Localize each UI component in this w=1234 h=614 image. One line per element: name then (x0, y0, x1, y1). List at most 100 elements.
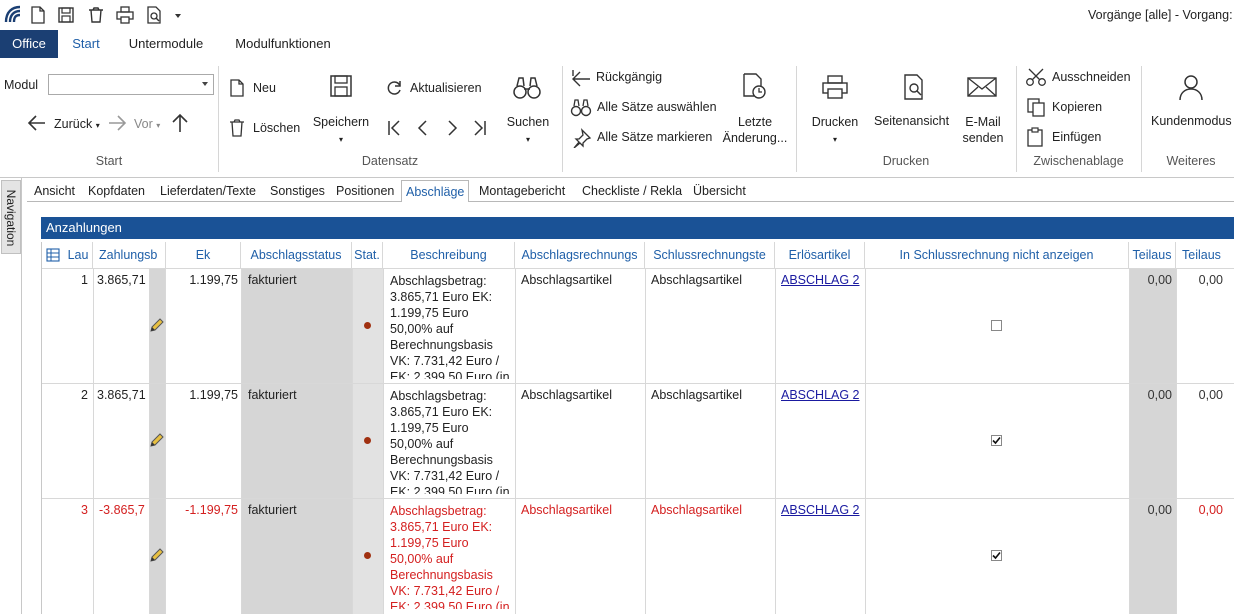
col-header-erloesartikel[interactable]: Erlösartikel (775, 242, 865, 268)
anzahlungen-grid: Lau Zahlungsb Ek Abschlagsstatus Stat. B… (41, 242, 1234, 614)
save-label: Speichern (312, 115, 370, 129)
grid-line (383, 268, 384, 614)
col-header-teilaus-2[interactable]: Teilaus (1176, 242, 1234, 268)
group-label-drucken: Drucken (882, 154, 930, 168)
col-header-lau[interactable]: Lau (64, 242, 93, 268)
grid-line (645, 268, 646, 614)
tab-modulfunktionen[interactable]: Modulfunktionen (218, 30, 348, 58)
recent-changes-button[interactable]: Letzte Änderung... (718, 114, 792, 146)
save-button[interactable]: Speichern ▾ (308, 114, 374, 148)
cell-zahlung: -3.865,7 (99, 503, 145, 517)
tab-sonstiges[interactable]: Sonstiges (270, 180, 325, 202)
customize-dropdown-icon[interactable] (171, 4, 185, 26)
undo-icon (570, 67, 592, 87)
status-dot-icon (364, 552, 371, 559)
app-logo-icon[interactable] (2, 4, 24, 26)
quick-access-toolbar: Vorgänge [alle] - Vorgang: 1 (0, 0, 1234, 30)
col-header-stat[interactable]: Stat. (352, 242, 383, 268)
email-line2: senden (962, 131, 1004, 145)
tab-ansicht[interactable]: Ansicht (34, 180, 75, 202)
cell-ek: 1.199,75 (189, 273, 238, 287)
col-header-ek[interactable]: Ek (166, 242, 241, 268)
forward-button[interactable]: Vor ▾ (134, 117, 160, 131)
tab-start[interactable]: Start (58, 30, 114, 58)
nicht-anzeigen-checkbox[interactable] (991, 320, 1002, 331)
next-record-icon[interactable] (443, 118, 461, 138)
arrow-up-icon[interactable] (170, 112, 190, 134)
delete-record-icon (228, 118, 246, 138)
tab-office[interactable]: Office (0, 30, 58, 58)
erloesartikel-link[interactable]: ABSCHLAG 2 (781, 503, 860, 517)
mark-all-button[interactable]: Alle Sätze markieren (597, 130, 712, 144)
col-header-zahlung[interactable]: Zahlungsb (93, 242, 166, 268)
tab-untermodule[interactable]: Untermodule (114, 30, 218, 58)
pencil-icon[interactable] (149, 547, 165, 563)
grid-line (93, 268, 94, 614)
tab-montagebericht[interactable]: Montagebericht (479, 180, 565, 202)
modul-select[interactable] (48, 74, 214, 95)
cell-abschlagsrechnung: Abschlagsartikel (521, 273, 613, 287)
print-preview-icon[interactable] (143, 4, 165, 26)
col-header-schlussrechnung[interactable]: Schlussrechnungste (645, 242, 775, 268)
select-all-button[interactable]: Alle Sätze auswählen (597, 100, 717, 114)
recent-changes-line1: Letzte (737, 115, 773, 129)
last-record-icon[interactable] (471, 118, 489, 138)
nicht-anzeigen-checkbox[interactable] (991, 550, 1002, 561)
col-header-teilaus-1[interactable]: Teilaus (1129, 242, 1176, 268)
first-record-icon[interactable] (385, 118, 403, 138)
delete-button[interactable]: Löschen (253, 121, 300, 135)
email-send-button[interactable]: E-Mail senden (954, 114, 1012, 146)
erloesartikel-link[interactable]: ABSCHLAG 2 (781, 273, 860, 287)
navigation-label: Navigation (4, 189, 18, 247)
grid-title-bar: Anzahlungen (41, 217, 1234, 239)
arrow-left-icon[interactable] (26, 113, 48, 133)
grid-line (165, 268, 166, 614)
undo-button[interactable]: Rückgängig (596, 70, 662, 84)
refresh-button[interactable]: Aktualisieren (410, 81, 482, 95)
pencil-icon[interactable] (149, 317, 165, 333)
previous-record-icon[interactable] (414, 118, 432, 138)
print-button[interactable]: Drucken ▾ (806, 114, 864, 148)
tab-uebersicht[interactable]: Übersicht (693, 180, 746, 202)
col-header-abschlagsstatus[interactable]: Abschlagsstatus (241, 242, 352, 268)
delete-icon[interactable] (85, 4, 107, 26)
tab-abschlaege[interactable]: Abschläge (401, 180, 470, 202)
pencil-icon[interactable] (149, 432, 165, 448)
paste-button[interactable]: Einfügen (1052, 130, 1101, 144)
tab-checkliste[interactable]: Checkliste / Rekla (582, 180, 682, 202)
back-button[interactable]: Zurück ▾ (54, 117, 100, 131)
grid-settings-icon[interactable] (42, 242, 64, 268)
cut-button[interactable]: Ausschneiden (1052, 70, 1131, 84)
print-icon[interactable] (114, 4, 136, 26)
cell-teilaus-1: 0,00 (1147, 273, 1172, 287)
cell-beschreibung: Abschlagsbetrag: 3.865,71 Euro EK: 1.199… (390, 504, 510, 609)
tab-lieferdaten[interactable]: Lieferdaten/Texte (160, 180, 256, 202)
header-divider (42, 268, 1234, 269)
col-header-beschreibung[interactable]: Beschreibung (383, 242, 515, 268)
nicht-anzeigen-checkbox[interactable] (991, 435, 1002, 446)
new-document-icon[interactable] (27, 4, 49, 26)
cell-abschlagsstatus: fakturiert (248, 388, 297, 402)
col-header-abschlagsrechnung[interactable]: Abschlagsrechnungs (515, 242, 645, 268)
tab-kopfdaten[interactable]: Kopfdaten (88, 180, 145, 202)
copy-button[interactable]: Kopieren (1052, 100, 1102, 114)
arrow-right-icon[interactable] (106, 113, 128, 133)
status-dot-icon (364, 322, 371, 329)
refresh-icon (384, 78, 404, 98)
group-label-datensatz: Datensatz (361, 154, 419, 168)
row-divider (42, 498, 1234, 499)
col-header-nicht-anzeigen[interactable]: In Schlussrechnung nicht anzeigen (865, 242, 1129, 268)
grid-line (865, 268, 866, 614)
tab-positionen[interactable]: Positionen (336, 180, 394, 202)
page-preview-button[interactable]: Seitenansicht (874, 114, 949, 128)
new-button[interactable]: Neu (253, 81, 276, 95)
search-button[interactable]: Suchen ▾ (502, 114, 554, 148)
customer-mode-button[interactable]: Kundenmodus (1151, 114, 1232, 128)
erloesartikel-link[interactable]: ABSCHLAG 2 (781, 388, 860, 402)
window-title: Vorgänge [alle] - Vorgang: 1 (1088, 8, 1234, 22)
cell-beschreibung: Abschlagsbetrag: 3.865,71 Euro EK: 1.199… (390, 389, 510, 494)
save-record-icon (329, 73, 353, 99)
save-icon[interactable] (55, 4, 77, 26)
email-icon (966, 75, 998, 99)
ribbon-separator (562, 66, 563, 172)
